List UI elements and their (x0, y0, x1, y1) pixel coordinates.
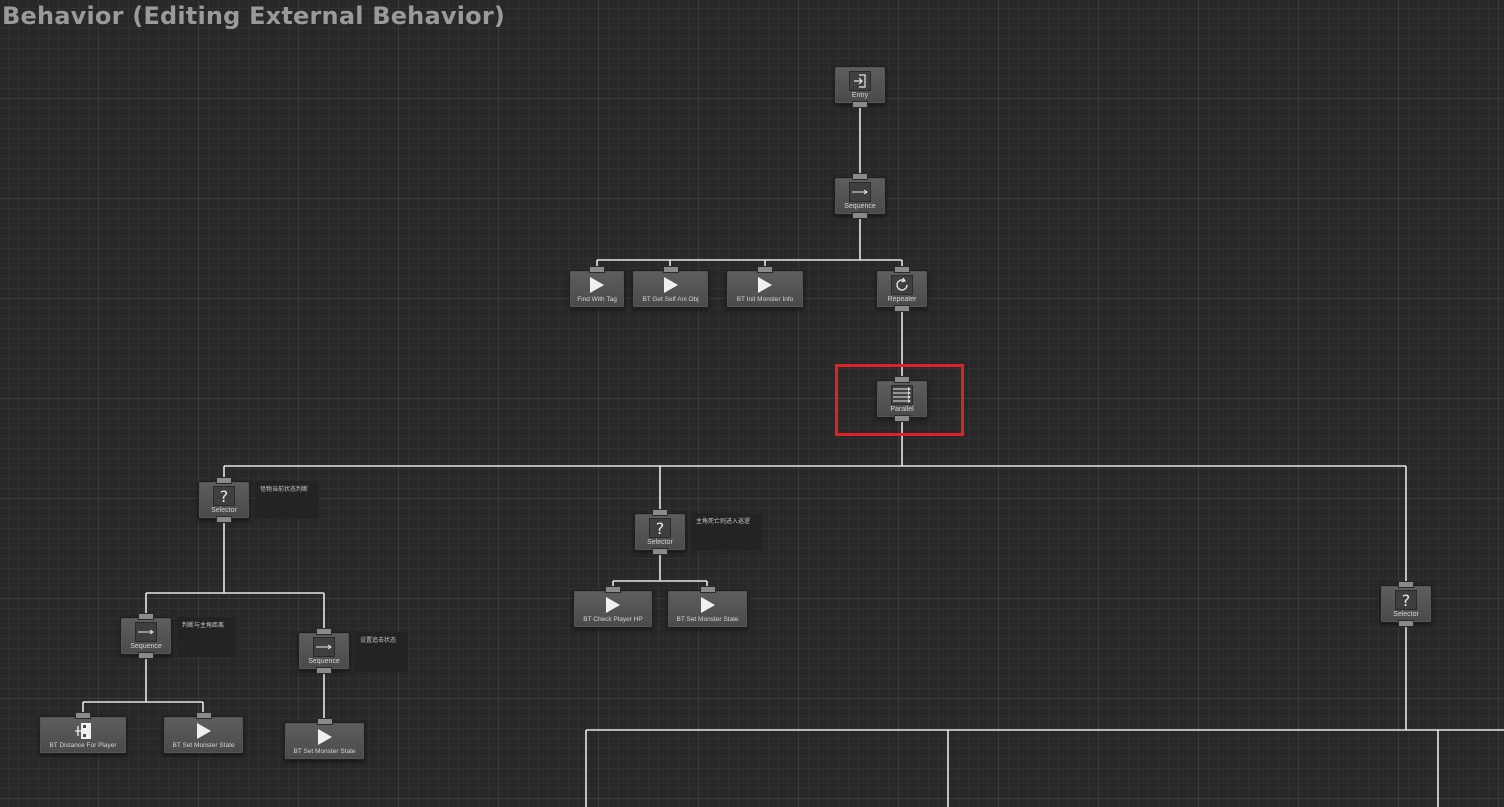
root-sequence-node[interactable]: Sequence (834, 173, 886, 219)
parallel-label: Parallel (890, 406, 914, 413)
distance-icon (72, 721, 94, 741)
node-input-port[interactable] (589, 266, 605, 273)
node-input-port[interactable] (757, 266, 773, 273)
node-output-port[interactable] (852, 101, 868, 108)
selector-mid-label: Selector (647, 539, 673, 546)
node-input-port[interactable] (662, 266, 679, 273)
node-output-port[interactable] (894, 305, 910, 312)
parallel-node[interactable]: Parallel (876, 376, 928, 422)
node-input-port[interactable] (894, 266, 910, 273)
sequence-b-label: Sequence (308, 658, 340, 665)
check-player-hp-node[interactable]: BT Check Player HP (573, 586, 653, 628)
selector-right-label: Selector (1393, 611, 1419, 618)
node-input-port[interactable] (316, 628, 332, 635)
question-icon: ? (1395, 590, 1417, 610)
node-input-port[interactable] (1398, 581, 1414, 588)
selector-right-node[interactable]: ? Selector (1380, 581, 1432, 627)
question-icon: ? (649, 518, 671, 538)
sequence-b-node[interactable]: Sequence (298, 628, 350, 674)
get-self-ani-obj-node[interactable]: BT Get Self Ani Obj (632, 266, 709, 308)
node-output-port[interactable] (894, 415, 910, 422)
node-input-port[interactable] (852, 173, 868, 180)
play-icon (314, 727, 336, 747)
node-input-port[interactable] (138, 613, 154, 620)
distance-for-player-node[interactable]: BT Distance For Player (39, 712, 127, 754)
set-monster-state-a-label: BT Set Monster State (172, 742, 235, 749)
get-self-ani-obj-label: BT Get Self Ani Obj (642, 296, 699, 303)
node-output-port[interactable] (1398, 620, 1414, 627)
selector-left-comment: 怪物当前状态判断 (255, 481, 319, 519)
find-with-tag-label: Find With Tag (577, 296, 617, 303)
connection-lines (82, 108, 1504, 807)
node-output-port[interactable] (138, 652, 154, 659)
root-sequence-label: Sequence (844, 203, 876, 210)
node-output-port[interactable] (852, 212, 868, 219)
sequence-b-comment: 设置追击状态 (355, 632, 408, 672)
node-input-port[interactable] (652, 509, 668, 516)
set-monster-state-b-node[interactable]: BT Set Monster State (284, 718, 365, 760)
repeat-icon (891, 275, 913, 295)
node-input-port[interactable] (605, 586, 621, 593)
selector-mid-comment: 主角死亡则进入巡逻 (691, 513, 762, 551)
play-icon (754, 275, 776, 295)
set-monster-state-a-node[interactable]: BT Set Monster State (163, 712, 244, 754)
play-icon (602, 595, 624, 615)
play-icon (697, 595, 719, 615)
sequence-icon (135, 622, 157, 642)
selector-left-label: Selector (211, 507, 237, 514)
play-icon (660, 275, 682, 295)
repeater-node[interactable]: Repeater (876, 266, 928, 312)
init-monster-info-node[interactable]: BT Init Monster Info (726, 266, 804, 308)
play-icon (586, 275, 608, 295)
selector-mid-node[interactable]: ? Selector (634, 509, 686, 555)
set-monster-state-b-label: BT Set Monster State (293, 748, 356, 755)
node-input-port[interactable] (75, 712, 91, 719)
sequence-a-label: Sequence (130, 643, 162, 650)
sequence-a-node[interactable]: Sequence (120, 613, 172, 659)
node-output-port[interactable] (216, 516, 232, 523)
check-player-hp-label: BT Check Player HP (583, 616, 643, 623)
sequence-icon (849, 182, 871, 202)
node-input-port[interactable] (699, 586, 716, 593)
set-monster-state-mid-label: BT Set Monster State (676, 616, 739, 623)
entry-node[interactable]: Entry (834, 66, 886, 108)
node-output-port[interactable] (652, 548, 668, 555)
node-input-port[interactable] (894, 376, 910, 383)
parallel-icon (891, 385, 913, 405)
find-with-tag-node[interactable]: Find With Tag (569, 266, 625, 308)
selector-left-node[interactable]: ? Selector (198, 477, 250, 523)
node-output-port[interactable] (316, 667, 332, 674)
play-icon (193, 721, 215, 741)
sequence-a-comment: 判断与主角距离 (177, 617, 235, 657)
set-monster-state-mid-node[interactable]: BT Set Monster State (667, 586, 748, 628)
node-input-port[interactable] (216, 477, 232, 484)
entry-icon (849, 71, 871, 91)
node-input-port[interactable] (316, 718, 333, 725)
question-icon: ? (213, 486, 235, 506)
entry-label: Entry (851, 92, 869, 99)
repeater-label: Repeater (887, 296, 917, 303)
distance-for-player-label: BT Distance For Player (49, 742, 117, 749)
sequence-icon (313, 637, 335, 657)
node-input-port[interactable] (195, 712, 212, 719)
init-monster-info-label: BT Init Monster Info (736, 296, 794, 303)
